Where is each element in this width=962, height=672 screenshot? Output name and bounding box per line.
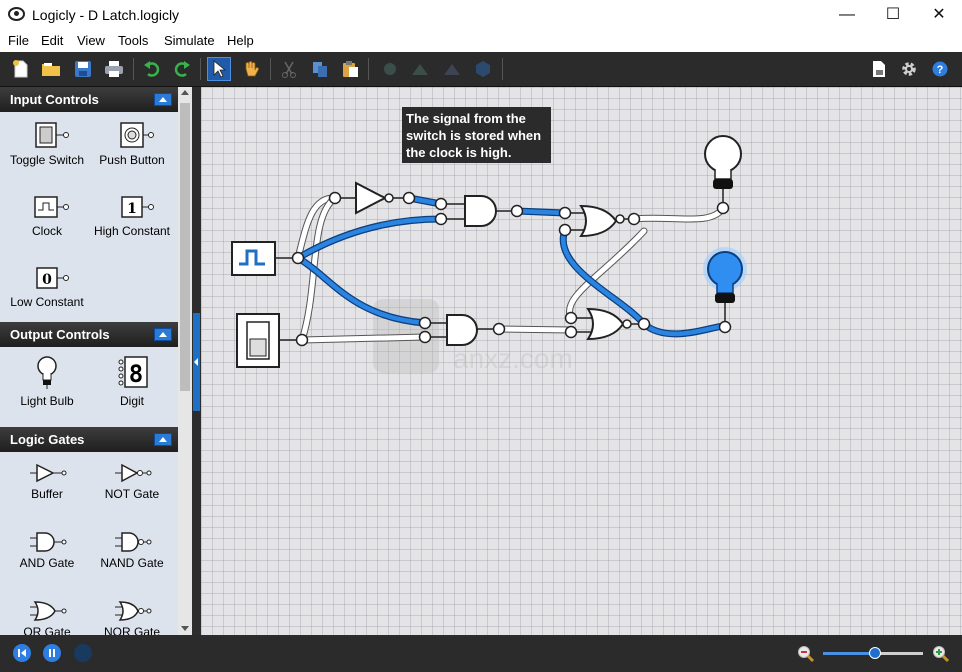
low-constant-icon: 0 — [36, 267, 69, 289]
svg-text:0: 0 — [42, 272, 52, 288]
zoom-in-icon[interactable] — [932, 645, 950, 666]
close-button[interactable]: ✕ — [916, 0, 962, 30]
save-icon[interactable] — [71, 57, 95, 81]
buffer-gate-icon — [30, 463, 67, 483]
svg-text:8: 8 — [129, 360, 143, 388]
collapse-button[interactable] — [154, 328, 172, 341]
and-gate-icon — [30, 532, 67, 552]
settings-icon[interactable] — [897, 57, 921, 81]
nor-gate-top[interactable] — [558, 204, 641, 238]
tool-toggle-switch[interactable]: Toggle Switch — [4, 121, 90, 167]
menu-bar: File Edit View Tools Simulate Help — [0, 30, 962, 52]
minimize-button[interactable]: — — [824, 0, 870, 30]
nand-gate-icon — [115, 532, 152, 552]
chevron-left-icon — [194, 358, 198, 366]
new-file-icon[interactable] — [9, 57, 33, 81]
section-output-controls[interactable]: Output Controls — [0, 322, 178, 347]
export-icon[interactable] — [867, 57, 891, 81]
or-gate-icon — [30, 601, 67, 621]
select-pointer-icon[interactable] — [207, 57, 231, 81]
rotate-icon[interactable] — [378, 57, 402, 81]
toggle-switch-icon — [35, 122, 69, 148]
svg-text:1: 1 — [127, 201, 137, 217]
step-back-icon[interactable] — [13, 644, 31, 662]
collapse-button[interactable] — [154, 93, 172, 106]
menu-simulate[interactable]: Simulate — [164, 33, 215, 48]
section-logic-gates[interactable]: Logic Gates — [0, 427, 178, 452]
paste-icon[interactable] — [338, 57, 362, 81]
menu-edit[interactable]: Edit — [41, 33, 63, 48]
redo-icon[interactable] — [170, 57, 194, 81]
cut-icon[interactable] — [277, 57, 301, 81]
not-gate-component[interactable] — [328, 181, 416, 215]
section-input-controls[interactable]: Input Controls — [0, 87, 178, 112]
flip-icon[interactable] — [408, 57, 432, 81]
tool-low-constant[interactable]: 0 Low Constant — [4, 263, 90, 309]
help-icon[interactable]: ? — [928, 57, 952, 81]
not-gate-icon — [115, 463, 152, 483]
light-bulb-icon — [37, 356, 57, 389]
push-button-icon — [120, 122, 154, 148]
component-palette: Input Controls Toggle Switch Push Button… — [0, 87, 178, 635]
record-icon[interactable] — [74, 644, 92, 662]
and-gate-top[interactable] — [434, 195, 524, 227]
tool-or-gate[interactable]: OR Gate — [4, 599, 90, 635]
clock-component[interactable] — [231, 241, 305, 276]
menu-help[interactable]: Help — [227, 33, 254, 48]
tool-and-gate[interactable]: AND Gate — [4, 530, 90, 570]
menu-file[interactable]: File — [8, 33, 29, 48]
svg-text:?: ? — [937, 64, 944, 76]
light-bulb-off[interactable] — [704, 135, 742, 215]
tool-push-button[interactable]: Push Button — [89, 121, 175, 167]
svg-text:anxz.com: anxz.com — [453, 343, 573, 374]
app-logo-icon — [8, 7, 25, 21]
title-bar: Logicly - D Latch.logicly — ☐ ✕ — [0, 0, 962, 30]
window-title: Logicly - D Latch.logicly — [32, 7, 180, 23]
group-icon[interactable] — [471, 57, 495, 81]
pan-hand-icon[interactable] — [239, 57, 263, 81]
pause-icon[interactable] — [43, 644, 61, 662]
zoom-slider-thumb[interactable] — [869, 647, 881, 659]
scrollbar-thumb[interactable] — [180, 103, 190, 391]
panel-splitter[interactable] — [192, 87, 201, 635]
tool-nand-gate[interactable]: NAND Gate — [89, 530, 175, 570]
open-folder-icon[interactable] — [39, 57, 63, 81]
tool-light-bulb[interactable]: Light Bulb — [4, 354, 90, 408]
toolbar: ? — [0, 52, 962, 87]
collapse-button[interactable] — [154, 433, 172, 446]
light-bulb-on[interactable] — [703, 247, 747, 334]
circuit-canvas[interactable]: The signal from the switch is stored whe… — [201, 87, 962, 635]
align-icon[interactable] — [440, 57, 464, 81]
menu-view[interactable]: View — [77, 33, 105, 48]
status-bar — [0, 635, 962, 672]
clock-icon — [34, 196, 69, 218]
palette-scrollbar[interactable] — [178, 87, 192, 635]
print-icon[interactable] — [102, 57, 126, 81]
splitter-grip[interactable] — [193, 313, 200, 411]
high-constant-icon: 1 — [121, 196, 154, 218]
tool-high-constant[interactable]: 1 High Constant — [89, 192, 175, 238]
toggle-switch-component[interactable] — [236, 313, 309, 368]
menu-tools[interactable]: Tools — [118, 33, 148, 48]
copy-icon[interactable] — [308, 57, 332, 81]
tool-digit[interactable]: 8 Digit — [89, 354, 175, 408]
maximize-button[interactable]: ☐ — [870, 0, 916, 30]
tool-buffer[interactable]: Buffer — [4, 461, 90, 501]
scroll-down-icon[interactable] — [181, 626, 189, 631]
zoom-out-icon[interactable] — [797, 645, 815, 666]
nor-gate-icon — [115, 601, 152, 621]
scroll-up-icon[interactable] — [181, 90, 189, 95]
circuit-diagram: anxz.com — [231, 135, 747, 374]
undo-icon[interactable] — [140, 57, 164, 81]
tool-clock[interactable]: Clock — [4, 192, 90, 238]
tool-nor-gate[interactable]: NOR Gate — [89, 599, 175, 635]
tool-not-gate[interactable]: NOT Gate — [89, 461, 175, 501]
digit-display-icon: 8 — [118, 356, 148, 388]
